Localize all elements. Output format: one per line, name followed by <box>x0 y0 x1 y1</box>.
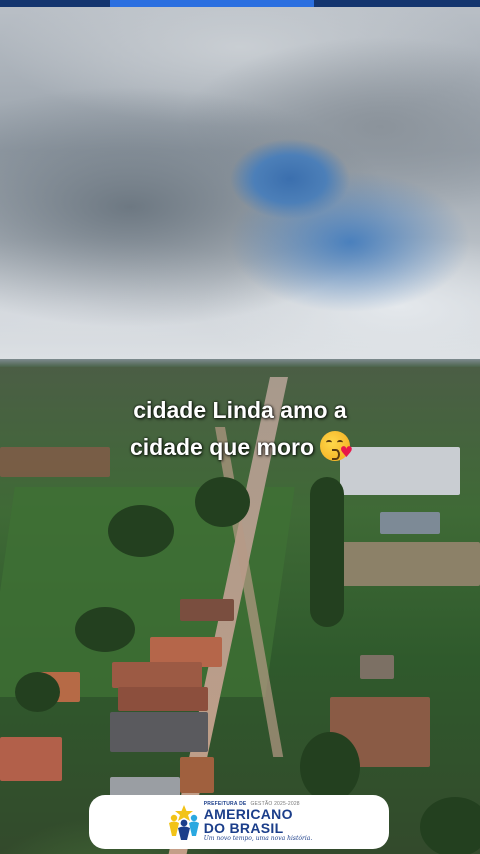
caption-line-2-wrapper: cidade que moro ♥ <box>0 429 480 466</box>
caption-line-1: cidade Linda amo a <box>133 397 347 423</box>
house-roof <box>380 512 440 534</box>
tree <box>420 797 480 854</box>
city-hall-banner[interactable]: PREFEITURA DE GESTÃO 2025-2028 AMERICANO … <box>89 795 389 849</box>
tree <box>75 607 135 652</box>
video-caption: cidade Linda amo a cidade que moro ♥ <box>0 392 480 466</box>
story-progress-fill <box>110 0 314 7</box>
tree-row <box>310 477 344 627</box>
tree <box>108 505 174 557</box>
house-roof <box>180 599 234 621</box>
tree <box>195 477 250 527</box>
house-roof <box>110 712 208 752</box>
face-blowing-a-kiss-emoji: ♥ <box>320 431 353 461</box>
brand-slogan: Um novo tempo, uma nova história. <box>203 835 313 842</box>
house-roof <box>360 655 394 679</box>
brand-logo: PREFEITURA DE GESTÃO 2025-2028 AMERICANO … <box>166 802 313 842</box>
people-star-logo-icon <box>166 803 202 841</box>
house-roof <box>180 757 214 793</box>
tree <box>300 732 360 802</box>
house-roof <box>118 687 208 711</box>
house-roof <box>112 662 202 688</box>
brand-text: PREFEITURA DE GESTÃO 2025-2028 AMERICANO … <box>204 802 313 842</box>
tree <box>15 672 60 712</box>
dirt-lot <box>340 542 480 586</box>
cloudy-sky <box>0 7 480 367</box>
brand-name-line2: DO BRASIL <box>203 820 284 836</box>
story-progress-bar <box>0 0 480 7</box>
brand-name-line1: AMERICANO <box>203 806 293 822</box>
caption-line-2: cidade que moro <box>129 434 315 460</box>
house-roof <box>0 737 62 781</box>
